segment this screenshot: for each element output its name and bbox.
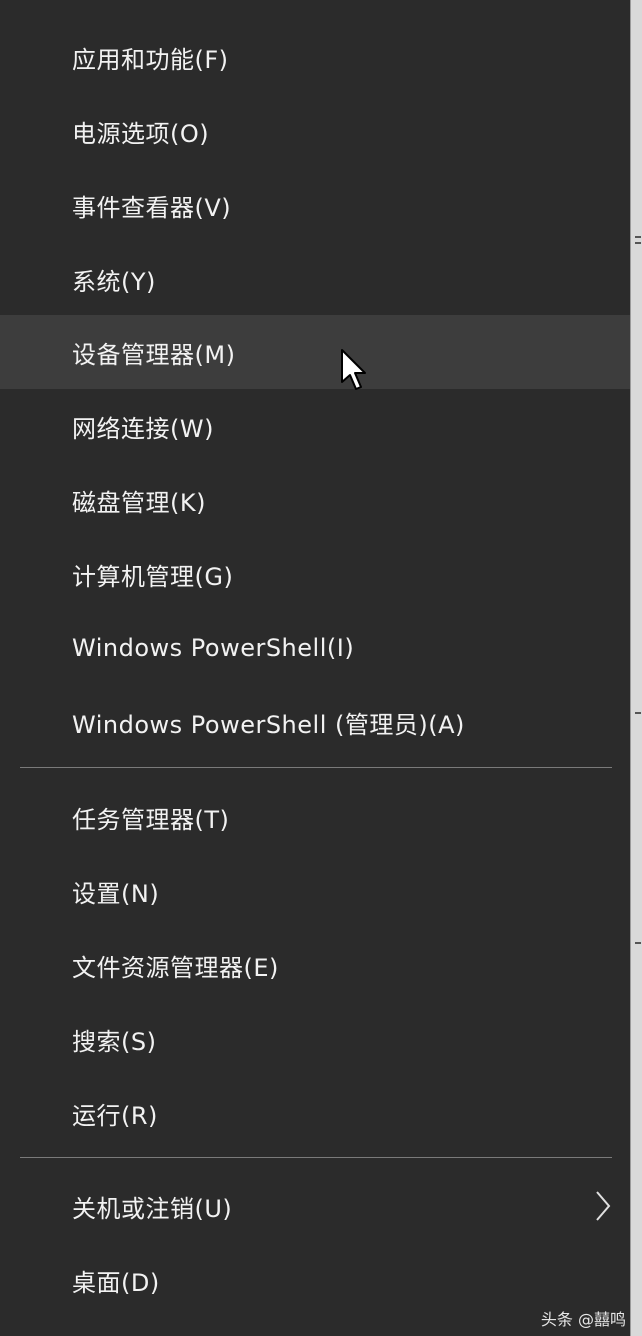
menu-item-label: 事件查看器(V) xyxy=(72,193,232,222)
menu-item-label: 搜索(S) xyxy=(72,1027,157,1056)
menu-item-label: 磁盘管理(K) xyxy=(72,488,206,517)
menu-item-label: 文件资源管理器(E) xyxy=(72,953,279,982)
watermark: 头条 @囍鸣 xyxy=(540,1310,626,1329)
menu-item-label: Windows PowerShell(I) xyxy=(72,634,355,662)
window-edge-strip xyxy=(630,0,642,1336)
menu-item-label: 关机或注销(U) xyxy=(72,1194,233,1223)
menu-item-label: 运行(R) xyxy=(72,1101,158,1130)
strip-tick xyxy=(635,236,641,238)
context-menu: 应用和功能(F) 电源选项(O) 事件查看器(V) 系统(Y) 设备管理器(M)… xyxy=(0,0,630,1336)
menu-item-disk-management[interactable]: 磁盘管理(K) xyxy=(0,463,630,537)
menu-item-label: 设置(N) xyxy=(72,879,160,908)
menu-item-file-explorer[interactable]: 文件资源管理器(E) xyxy=(0,928,630,1002)
menu-item-desktop[interactable]: 桌面(D) xyxy=(0,1243,630,1317)
menu-item-settings[interactable]: 设置(N) xyxy=(0,854,630,928)
menu-item-powershell-admin[interactable]: Windows PowerShell (管理员)(A) xyxy=(0,685,630,759)
menu-item-label: 电源选项(O) xyxy=(72,119,210,148)
strip-tick xyxy=(635,712,641,714)
menu-item-label: 任务管理器(T) xyxy=(72,805,230,834)
mouse-pointer-icon xyxy=(341,349,366,390)
menu-item-device-manager[interactable]: 设备管理器(M) xyxy=(0,315,630,389)
menu-item-event-viewer[interactable]: 事件查看器(V) xyxy=(0,168,630,242)
menu-item-network-connections[interactable]: 网络连接(W) xyxy=(0,389,630,463)
strip-tick xyxy=(635,942,641,944)
strip-tick xyxy=(635,242,641,244)
menu-item-apps-and-features[interactable]: 应用和功能(F) xyxy=(0,20,630,94)
menu-item-power-options[interactable]: 电源选项(O) xyxy=(0,94,630,168)
menu-divider xyxy=(20,767,612,768)
menu-item-label: 设备管理器(M) xyxy=(72,340,236,369)
menu-item-label: 桌面(D) xyxy=(72,1268,160,1297)
menu-item-computer-management[interactable]: 计算机管理(G) xyxy=(0,537,630,611)
menu-item-run[interactable]: 运行(R) xyxy=(0,1076,630,1150)
menu-item-task-manager[interactable]: 任务管理器(T) xyxy=(0,780,630,854)
menu-item-label: 应用和功能(F) xyxy=(72,45,229,74)
chevron-right-icon xyxy=(596,1191,611,1221)
menu-divider xyxy=(20,1157,612,1158)
menu-item-shutdown-or-sign-out[interactable]: 关机或注销(U) xyxy=(0,1169,630,1243)
menu-item-search[interactable]: 搜索(S) xyxy=(0,1002,630,1076)
menu-item-system[interactable]: 系统(Y) xyxy=(0,242,630,316)
menu-item-label: 计算机管理(G) xyxy=(72,562,234,591)
menu-item-powershell[interactable]: Windows PowerShell(I) xyxy=(0,611,630,685)
menu-item-label: 系统(Y) xyxy=(72,267,156,296)
menu-item-label: 网络连接(W) xyxy=(72,414,214,443)
menu-item-label: Windows PowerShell (管理员)(A) xyxy=(72,710,465,739)
